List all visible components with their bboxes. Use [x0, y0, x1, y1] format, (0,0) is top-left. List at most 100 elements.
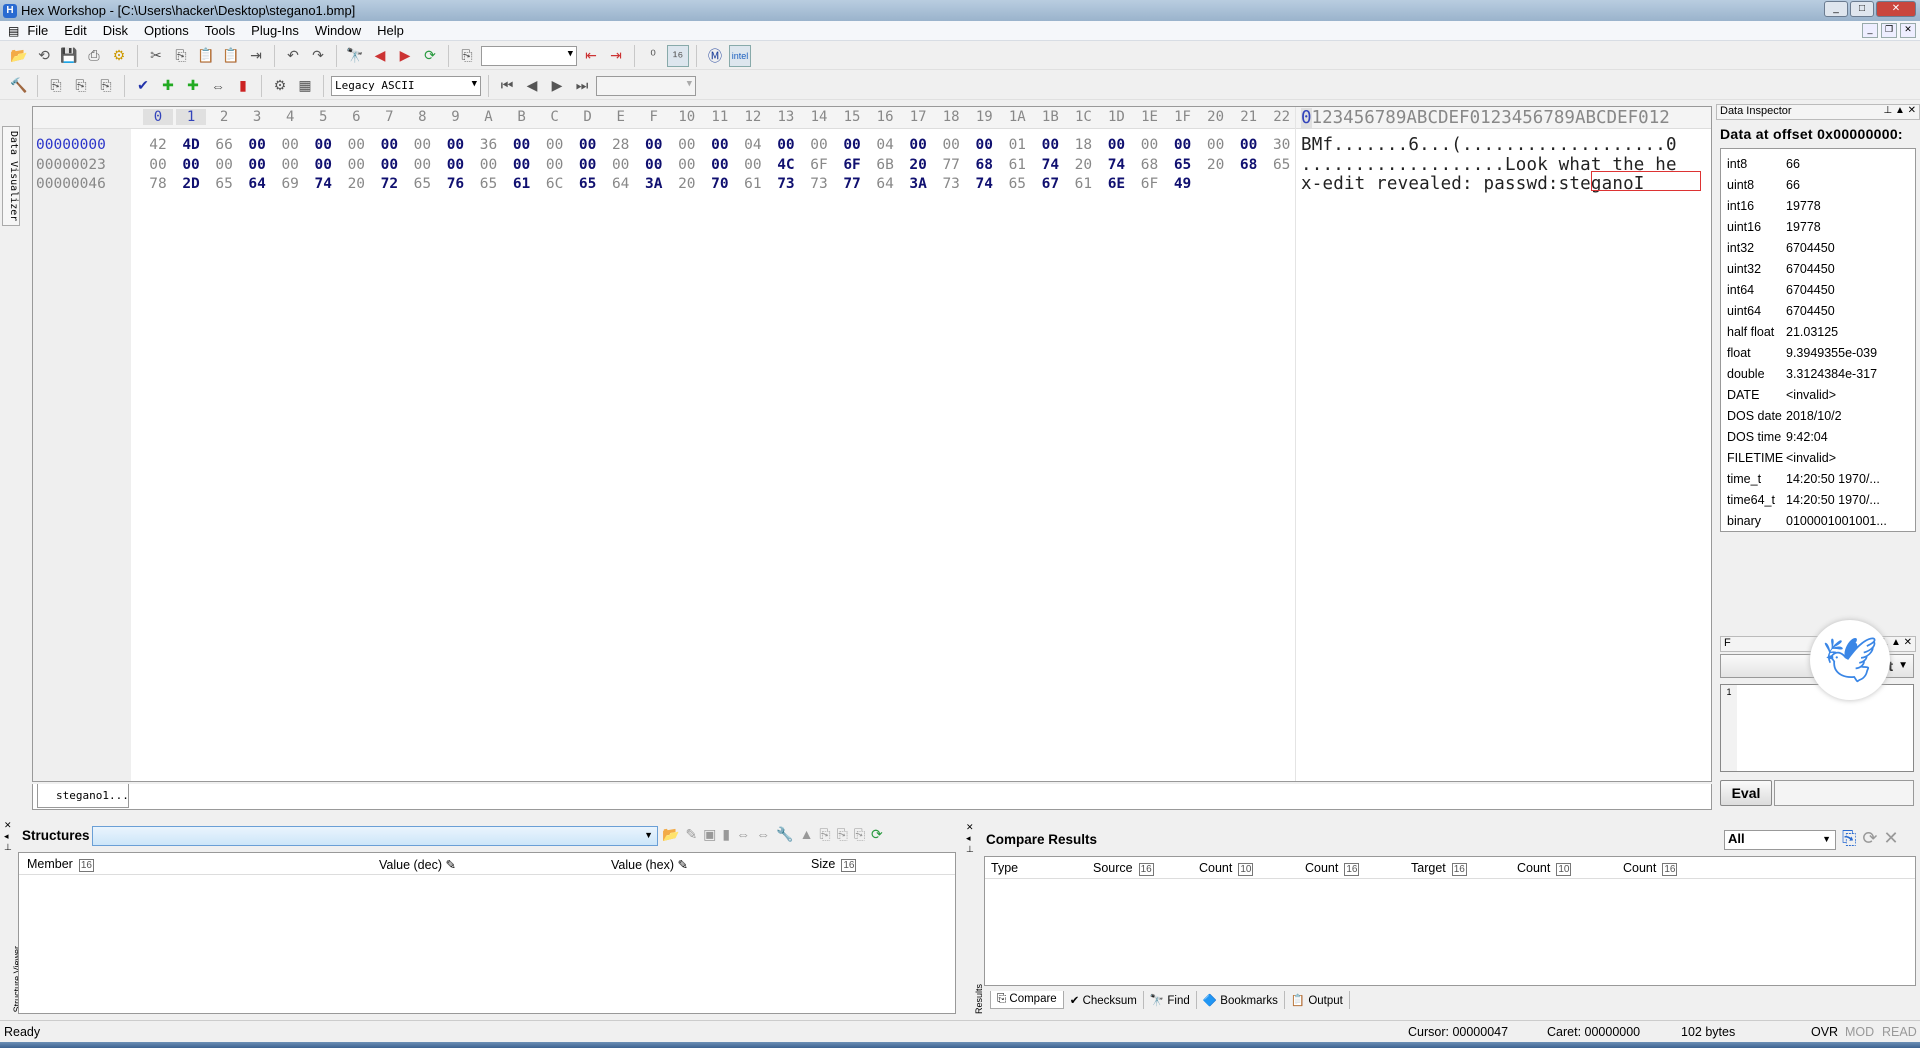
print-icon[interactable]: ⎙	[83, 45, 105, 67]
open-structure-icon[interactable]: 📂	[662, 826, 679, 843]
hex-byte[interactable]: 20	[341, 176, 371, 192]
hex-byte[interactable]: 68	[969, 157, 999, 173]
inspector-row[interactable]: DOS time 9:42:04	[1721, 426, 1915, 447]
compare-grid[interactable]: Type Source 16 Count 10 Count 16 Target 16 Count 1…	[984, 856, 1916, 986]
hex-byte[interactable]: 6B	[870, 157, 900, 173]
hex-byte[interactable]: 65	[573, 176, 603, 192]
mdi-restore-button[interactable]: ❐	[1881, 23, 1897, 38]
hex-byte[interactable]: 00	[275, 157, 305, 173]
hex-byte[interactable]: 00	[374, 137, 404, 153]
hex-byte[interactable]: 00	[341, 137, 371, 153]
doc-icon[interactable]: ▤	[8, 24, 19, 38]
hex-byte[interactable]: 67	[1035, 176, 1065, 192]
tab-bookmarks[interactable]: 🔷 Bookmarks	[1197, 991, 1285, 1009]
replace-icon[interactable]: ⟳	[419, 45, 441, 67]
hex-byte[interactable]: 00	[672, 157, 702, 173]
menu-help[interactable]: Help	[369, 23, 412, 38]
hex-byte[interactable]: 00	[474, 157, 504, 173]
col-value-dec[interactable]: Value (dec) ✎	[379, 857, 456, 872]
menu-edit[interactable]: Edit	[56, 23, 94, 38]
motorola-byte-order-icon[interactable]: Ⓜ	[704, 45, 726, 67]
hex-byte[interactable]: 20	[1201, 157, 1231, 173]
col-member[interactable]: Member 16	[27, 857, 94, 872]
record-combo[interactable]: ▼	[596, 75, 696, 96]
inspector-row[interactable]: binary 0100001001001...	[1721, 510, 1915, 531]
hex-byte[interactable]: 00	[903, 137, 933, 153]
goto-icon[interactable]: ⎘	[456, 45, 478, 67]
hex-byte[interactable]: 68	[1135, 157, 1165, 173]
previous-record-icon[interactable]: ◀	[521, 75, 543, 97]
hex-byte[interactable]: 00	[969, 137, 999, 153]
inspector-row[interactable]: half float 21.03125	[1721, 321, 1915, 342]
structures-icon[interactable]: ✚	[182, 75, 204, 97]
open-icon[interactable]: 📂	[8, 45, 30, 67]
add-structure-icon[interactable]: ✚	[157, 75, 179, 97]
undo-icon[interactable]: ↶	[282, 45, 304, 67]
expand-icon[interactable]: ⇔	[736, 826, 750, 843]
minimize-button[interactable]: _	[1824, 1, 1848, 17]
hex-byte[interactable]: 00	[606, 157, 636, 173]
menu-tools[interactable]: Tools	[197, 23, 243, 38]
compare-filter-select[interactable]: All ▼	[1724, 830, 1836, 850]
copy-icon[interactable]: ⎘	[170, 45, 192, 67]
hex-byte[interactable]: 00	[407, 137, 437, 153]
hex-byte[interactable]: 6F	[1135, 176, 1165, 192]
hex-byte[interactable]: 74	[969, 176, 999, 192]
mdi-minimize-button[interactable]: _	[1862, 23, 1878, 38]
compare-column-header[interactable]: Target 16	[1411, 861, 1467, 876]
tab-checksum[interactable]: ✔ Checksum	[1064, 991, 1144, 1009]
hex-byte[interactable]: 00	[308, 137, 338, 153]
operations-icon[interactable]: ⇔	[207, 75, 229, 97]
hex-byte[interactable]: 73	[936, 176, 966, 192]
collapse-icon[interactable]: ⇔	[756, 826, 770, 843]
hex-byte[interactable]: 4C	[771, 157, 801, 173]
close-structure-icon[interactable]: ▮	[722, 826, 730, 843]
hex-byte[interactable]: 00	[507, 137, 537, 153]
edit-icon[interactable]: ✎	[685, 826, 697, 843]
compare-column-header[interactable]: Count 16	[1623, 861, 1678, 876]
inspector-row[interactable]: int16 19778	[1721, 195, 1915, 216]
expression-editor[interactable]: 1	[1720, 684, 1914, 772]
hex-byte[interactable]: 66	[209, 137, 239, 153]
hex-byte[interactable]: 74	[1035, 157, 1065, 173]
hex-byte[interactable]: 00	[573, 137, 603, 153]
structure-select[interactable]: ▼	[92, 826, 658, 846]
checksum-icon[interactable]: ✔	[132, 75, 154, 97]
inspector-row[interactable]: uint64 6704450	[1721, 300, 1915, 321]
hex-byte[interactable]: 61	[1068, 176, 1098, 192]
hex-byte[interactable]: 00	[374, 157, 404, 173]
reload-icon[interactable]: ⟲	[33, 45, 55, 67]
statistics-icon[interactable]: ▮	[232, 75, 254, 97]
hex-byte[interactable]: 00	[1035, 137, 1065, 153]
hex-byte[interactable]: 00	[242, 137, 272, 153]
hex-byte[interactable]: 49	[1168, 176, 1198, 192]
add-icon[interactable]: ⎘	[854, 826, 865, 843]
cut-icon[interactable]: ✂	[145, 45, 167, 67]
hex-byte[interactable]: 74	[308, 176, 338, 192]
inspector-row[interactable]: uint8 66	[1721, 174, 1915, 195]
paste-special-icon[interactable]: 📋	[220, 45, 242, 67]
compare-icon[interactable]: ⎘	[1842, 828, 1856, 849]
hex-byte[interactable]: 00	[1234, 137, 1264, 153]
hex-byte[interactable]: 04	[738, 137, 768, 153]
redo-icon[interactable]: ↷	[307, 45, 329, 67]
compare-column-header[interactable]: Count 10	[1199, 861, 1254, 876]
hex-byte[interactable]: 00	[507, 157, 537, 173]
hex-byte[interactable]: 77	[936, 157, 966, 173]
hex-byte[interactable]: 6F	[837, 157, 867, 173]
menu-options[interactable]: Options	[136, 23, 197, 38]
hex-byte[interactable]: 36	[474, 137, 504, 153]
hex-byte[interactable]: 3A	[639, 176, 669, 192]
inspector-row[interactable]: float 9.3949355e-039	[1721, 342, 1915, 363]
hex-byte[interactable]: 61	[1002, 157, 1032, 173]
hex-byte[interactable]: 00	[540, 157, 570, 173]
refresh-icon[interactable]: ⟳	[871, 826, 883, 843]
hex-byte[interactable]: 65	[1002, 176, 1032, 192]
col-value-hex[interactable]: Value (hex) ✎	[611, 857, 688, 872]
hex-byte[interactable]: 2D	[176, 176, 206, 192]
hex-byte[interactable]: 76	[440, 176, 470, 192]
compare-column-header[interactable]: Type	[991, 861, 1018, 875]
inspector-row[interactable]: double 3.3124384e-317	[1721, 363, 1915, 384]
menu-window[interactable]: Window	[307, 23, 369, 38]
close-icon[interactable]: ✕	[1884, 828, 1899, 849]
